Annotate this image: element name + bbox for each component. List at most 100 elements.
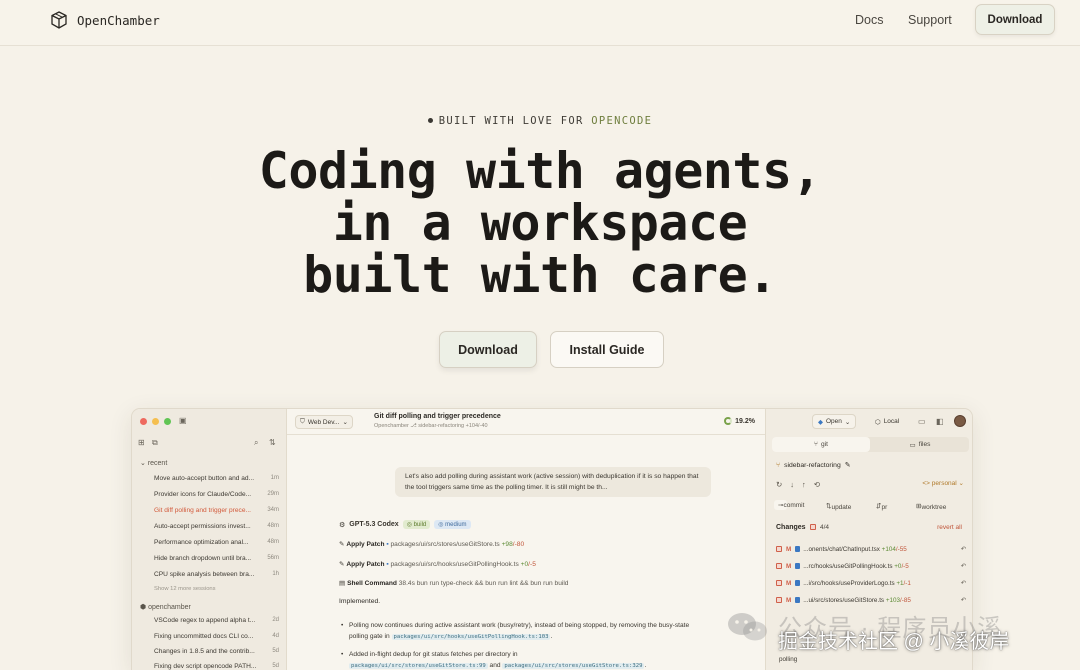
git-sync-actions: ↻↓↑⟲ bbox=[776, 480, 828, 489]
new-folder-icon[interactable]: ⊞ bbox=[138, 438, 145, 447]
nav-link-docs[interactable]: Docs bbox=[855, 13, 883, 27]
changed-file-row[interactable]: M ...rc/hooks/useGitPollingHook.ts +0/-5 ↶ bbox=[776, 563, 966, 570]
tool-call[interactable]: ▤ Shell Command 38.4s bun run type-check… bbox=[339, 579, 568, 587]
chat-subtitle: Openchamber ⎇ sidebar-refactoring +104/-… bbox=[374, 423, 488, 429]
session-item[interactable]: Move auto-accept button and ad... 1m bbox=[154, 475, 279, 482]
local-runtime-button[interactable]: ⬡ Local bbox=[870, 414, 904, 429]
session-item[interactable]: Fixing uncommitted docs CLI co... 4d bbox=[154, 633, 279, 640]
nav-download-button[interactable]: Download bbox=[975, 4, 1055, 35]
session-title: Fixing uncommitted docs CLI co... bbox=[154, 633, 254, 640]
chevron-down-icon: ⌄ bbox=[342, 419, 348, 426]
session-age: 48m bbox=[267, 523, 279, 529]
hero-headline: Coding with agents, in a workspace built… bbox=[0, 145, 1080, 301]
session-item[interactable]: Performance optimization anal... 48m bbox=[154, 539, 279, 546]
revert-all-button[interactable]: revert all bbox=[937, 524, 962, 531]
session-item[interactable]: Changes in 1.8.5 and the contrib... 5d bbox=[154, 648, 279, 655]
changed-file-row[interactable]: M ...i/src/hooks/useProviderLogo.ts +1/-1… bbox=[776, 580, 966, 587]
tab-files[interactable]: ▭ files bbox=[871, 437, 969, 452]
headline-line-2: in a workspace bbox=[332, 194, 748, 252]
inline-code[interactable]: packages/ui/src/stores/useGitStore.ts:99 bbox=[349, 663, 488, 669]
session-item[interactable]: VSCode regex to append alpha t... 2d bbox=[154, 617, 279, 624]
search-icon[interactable]: ⌕ bbox=[254, 438, 258, 448]
revert-file-icon[interactable]: ↶ bbox=[961, 580, 966, 587]
file-checkbox[interactable] bbox=[776, 563, 782, 570]
file-path: ...i/src/hooks/useProviderLogo.ts bbox=[803, 580, 895, 587]
session-title: Auto-accept permissions invest... bbox=[154, 523, 251, 530]
tool-call[interactable]: ✎ Apply Patch ▪ packages/ui/src/stores/u… bbox=[339, 540, 524, 548]
file-path: ...rc/hooks/useGitPollingHook.ts bbox=[803, 563, 893, 570]
changes-count[interactable]: 4/4 bbox=[810, 524, 829, 531]
file-checkbox[interactable] bbox=[776, 597, 782, 604]
group-project[interactable]: ⬢ openchamber bbox=[140, 603, 191, 611]
history-icon[interactable]: ⟲ bbox=[814, 480, 828, 489]
context-usage[interactable]: 19.2% bbox=[724, 417, 755, 425]
group-project-label: openchamber bbox=[148, 604, 191, 611]
workspace-select[interactable]: ⛉ Web Dev... ⌄ bbox=[295, 415, 353, 429]
sort-icon[interactable]: ⇅ bbox=[269, 438, 276, 447]
refresh-icon[interactable]: ↻ bbox=[776, 480, 790, 489]
identity-select[interactable]: <> personal ⌄ bbox=[922, 479, 964, 487]
group-recent[interactable]: ⌄ recent bbox=[140, 459, 167, 467]
session-item-active[interactable]: Git diff polling and trigger prece... 34m bbox=[154, 507, 279, 514]
commit-tab[interactable]: ⊸ commit bbox=[774, 500, 804, 510]
session-item[interactable]: Fixing dev script opencode PATH... 5d bbox=[154, 663, 279, 670]
ts-file-icon bbox=[795, 546, 801, 553]
revert-file-icon[interactable]: ↶ bbox=[961, 563, 966, 570]
session-age: 29m bbox=[267, 491, 279, 497]
session-item[interactable]: Hide branch dropdown until bra... 56m bbox=[154, 555, 279, 562]
inline-code[interactable]: packages/ui/src/stores/useGitStore.ts:32… bbox=[502, 663, 645, 669]
changed-file-row[interactable]: M ...ui/src/stores/useGitStore.ts +103/-8… bbox=[776, 597, 966, 604]
open-in-button[interactable]: ◆ Open ⌄ bbox=[812, 414, 857, 429]
sidebar-toggle-icon[interactable]: ▣ bbox=[179, 416, 187, 425]
tool-path: 38.4s bun run type-check && bun run lint… bbox=[398, 580, 569, 587]
session-item[interactable]: Provider icons for Claude/Code... 29m bbox=[154, 491, 279, 498]
close-window-icon[interactable] bbox=[140, 418, 147, 425]
new-session-icon[interactable]: ⧉ bbox=[152, 438, 158, 448]
pull-icon[interactable]: ↓ bbox=[790, 480, 802, 489]
show-more-sessions-link[interactable]: Show 12 more sessions bbox=[154, 586, 216, 592]
revert-file-icon[interactable]: ↶ bbox=[961, 597, 966, 604]
file-del: /-1 bbox=[903, 580, 911, 587]
session-title: Move auto-accept button and ad... bbox=[154, 475, 255, 482]
file-checkbox[interactable] bbox=[776, 580, 782, 587]
session-age: 5d bbox=[272, 648, 279, 654]
nav-link-support[interactable]: Support bbox=[908, 13, 952, 27]
avatar[interactable] bbox=[954, 415, 966, 427]
hero-download-button[interactable]: Download bbox=[439, 331, 537, 368]
tool-label: Apply Patch bbox=[346, 541, 385, 548]
push-icon[interactable]: ↑ bbox=[802, 480, 814, 489]
assistant-bullet: Added in-flight dedup for git status fet… bbox=[341, 649, 699, 670]
session-age: 4d bbox=[272, 633, 279, 639]
headline-line-3: built with care. bbox=[303, 246, 777, 304]
brand-link[interactable]: OpenChamber bbox=[49, 10, 160, 30]
changed-file-row[interactable]: M ...onents/chat/ChatInput.tsx +104/-55 ↶ bbox=[776, 546, 966, 553]
cube-logo-icon bbox=[51, 11, 67, 29]
pr-tab[interactable]: ⇵ pr bbox=[876, 502, 887, 511]
file-checkbox[interactable] bbox=[776, 546, 782, 553]
maximize-window-icon[interactable] bbox=[164, 418, 171, 425]
ts-file-icon bbox=[795, 563, 801, 570]
minimize-window-icon[interactable] bbox=[152, 418, 159, 425]
install-guide-button[interactable]: Install Guide bbox=[550, 331, 664, 368]
select-all-checkbox[interactable] bbox=[810, 524, 816, 531]
session-age: 48m bbox=[267, 539, 279, 545]
session-item[interactable]: CPU spike analysis between bra... 1h bbox=[154, 571, 279, 578]
current-branch[interactable]: ⑂ sidebar-refactoring ✎ bbox=[776, 461, 850, 470]
tab-git[interactable]: ⑂ git bbox=[772, 437, 870, 452]
local-label: Local bbox=[883, 418, 900, 425]
worktree-tab[interactable]: ⊞ worktree bbox=[916, 502, 946, 511]
inline-code[interactable]: packages/ui/src/hooks/useGitPollingHook.… bbox=[391, 634, 551, 640]
tool-call[interactable]: ✎ Apply Patch ▪ packages/ui/src/hooks/us… bbox=[339, 560, 536, 568]
session-title: Fixing dev script opencode PATH... bbox=[154, 663, 257, 670]
panel-toggle-icon[interactable]: ◧ bbox=[936, 417, 944, 426]
commit-label: commit bbox=[783, 502, 805, 509]
update-tab[interactable]: ⇅ update bbox=[826, 502, 851, 511]
chat-header: ⛉ Web Dev... ⌄ Git diff polling and trig… bbox=[287, 409, 765, 435]
session-item[interactable]: Auto-accept permissions invest... 48m bbox=[154, 523, 279, 530]
changes-count-label: 4/4 bbox=[820, 524, 830, 531]
wechat-icon bbox=[728, 613, 767, 641]
model-icon: ⚙ bbox=[339, 521, 346, 529]
revert-file-icon[interactable]: ↶ bbox=[961, 546, 966, 553]
tool-del: /-80 bbox=[512, 541, 525, 548]
terminal-toggle-icon[interactable]: ▭ bbox=[918, 417, 926, 426]
